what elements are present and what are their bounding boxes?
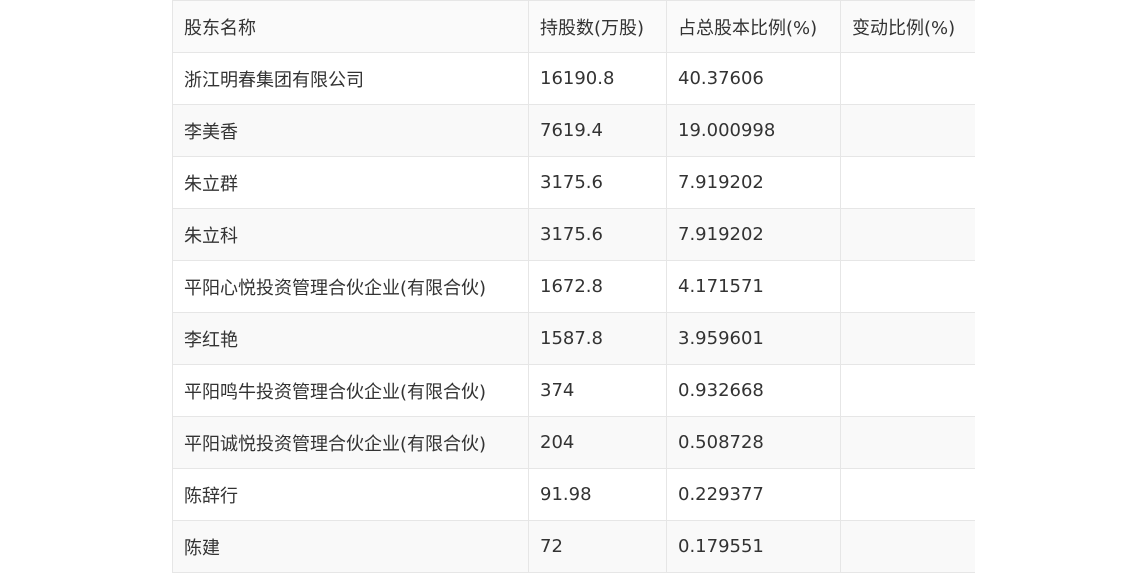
table-body: 浙江明春集团有限公司 16190.8 40.37606 李美香 7619.4 19.000… <box>172 52 975 573</box>
header-shares-held: 持股数(万股) <box>528 0 667 53</box>
table-row: 朱立科 3175.6 7.919202 <box>172 208 975 261</box>
cell-shareholder-name: 李红艳 <box>172 312 529 365</box>
table-row: 平阳诚悦投资管理合伙企业(有限合伙) 204 0.508728 <box>172 416 975 469</box>
header-change-ratio: 变动比例(%) <box>840 0 975 53</box>
cell-change-ratio <box>840 468 975 521</box>
cell-change-ratio <box>840 520 975 573</box>
cell-share-ratio: 19.000998 <box>666 104 841 157</box>
cell-share-ratio: 0.932668 <box>666 364 841 417</box>
cell-shares-held: 1672.8 <box>528 260 667 313</box>
cell-share-ratio: 0.508728 <box>666 416 841 469</box>
cell-shareholder-name: 浙江明春集团有限公司 <box>172 52 529 105</box>
table-row: 陈建 72 0.179551 <box>172 520 975 573</box>
table-row: 朱立群 3175.6 7.919202 <box>172 156 975 209</box>
cell-shareholder-name: 平阳鸣牛投资管理合伙企业(有限合伙) <box>172 364 529 417</box>
cell-shares-held: 374 <box>528 364 667 417</box>
cell-shares-held: 72 <box>528 520 667 573</box>
cell-shareholder-name: 李美香 <box>172 104 529 157</box>
cell-change-ratio <box>840 156 975 209</box>
shareholder-table-container: 股东名称 持股数(万股) 占总股本比例(%) 变动比例(%) 浙江明春集团有限公… <box>172 0 975 576</box>
cell-shareholder-name: 朱立群 <box>172 156 529 209</box>
cell-shares-held: 7619.4 <box>528 104 667 157</box>
cell-shares-held: 3175.6 <box>528 208 667 261</box>
cell-change-ratio <box>840 208 975 261</box>
cell-share-ratio: 3.959601 <box>666 312 841 365</box>
cell-shares-held: 91.98 <box>528 468 667 521</box>
cell-change-ratio <box>840 312 975 365</box>
cell-change-ratio <box>840 52 975 105</box>
cell-share-ratio: 4.171571 <box>666 260 841 313</box>
table-row: 李红艳 1587.8 3.959601 <box>172 312 975 365</box>
table-header-row: 股东名称 持股数(万股) 占总股本比例(%) 变动比例(%) <box>172 0 975 53</box>
cell-share-ratio: 7.919202 <box>666 156 841 209</box>
table-row: 李美香 7619.4 19.000998 <box>172 104 975 157</box>
cell-share-ratio: 0.229377 <box>666 468 841 521</box>
cell-shares-held: 1587.8 <box>528 312 667 365</box>
table-row: 陈辞行 91.98 0.229377 <box>172 468 975 521</box>
cell-change-ratio <box>840 260 975 313</box>
cell-shares-held: 16190.8 <box>528 52 667 105</box>
cell-shareholder-name: 陈辞行 <box>172 468 529 521</box>
cell-shares-held: 204 <box>528 416 667 469</box>
cell-share-ratio: 40.37606 <box>666 52 841 105</box>
cell-change-ratio <box>840 364 975 417</box>
cell-share-ratio: 7.919202 <box>666 208 841 261</box>
shareholder-table: 股东名称 持股数(万股) 占总股本比例(%) 变动比例(%) 浙江明春集团有限公… <box>172 0 975 573</box>
table-row: 浙江明春集团有限公司 16190.8 40.37606 <box>172 52 975 105</box>
cell-shareholder-name: 朱立科 <box>172 208 529 261</box>
cell-shares-held: 3175.6 <box>528 156 667 209</box>
cell-share-ratio: 0.179551 <box>666 520 841 573</box>
header-shareholder-name: 股东名称 <box>172 0 529 53</box>
cell-shareholder-name: 平阳心悦投资管理合伙企业(有限合伙) <box>172 260 529 313</box>
table-row: 平阳心悦投资管理合伙企业(有限合伙) 1672.8 4.171571 <box>172 260 975 313</box>
header-share-ratio: 占总股本比例(%) <box>666 0 841 53</box>
cell-change-ratio <box>840 416 975 469</box>
cell-change-ratio <box>840 104 975 157</box>
cell-shareholder-name: 陈建 <box>172 520 529 573</box>
table-row: 平阳鸣牛投资管理合伙企业(有限合伙) 374 0.932668 <box>172 364 975 417</box>
cell-shareholder-name: 平阳诚悦投资管理合伙企业(有限合伙) <box>172 416 529 469</box>
